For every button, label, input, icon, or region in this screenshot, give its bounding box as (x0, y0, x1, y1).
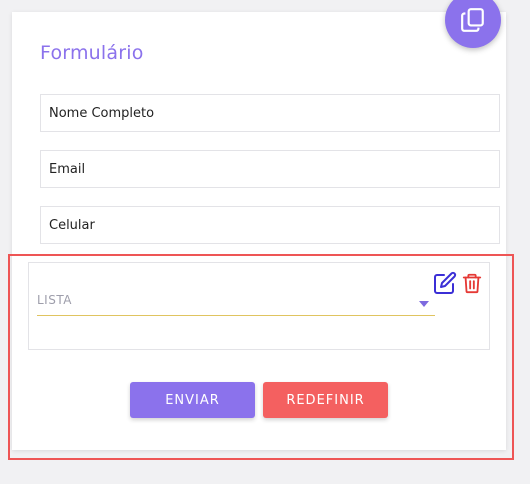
email-field[interactable] (40, 150, 500, 188)
list-label: LISTA (37, 293, 72, 307)
list-select[interactable]: LISTA (37, 293, 435, 316)
trash-icon[interactable] (461, 271, 483, 295)
form-title: Formulário (40, 42, 144, 64)
dropdown-caret-icon (419, 301, 429, 307)
email-input[interactable] (49, 161, 491, 177)
full-name-input[interactable] (49, 105, 491, 121)
edit-icon[interactable] (433, 271, 457, 295)
phone-input[interactable] (49, 217, 491, 233)
form-card: Formulário LISTA ENVIAR REDEFINIR (12, 0, 506, 450)
duplicate-fab-button[interactable] (445, 0, 501, 48)
reset-button[interactable]: REDEFINIR (263, 382, 388, 418)
copy-icon (461, 8, 484, 32)
phone-field[interactable] (40, 206, 500, 244)
full-name-field[interactable] (40, 94, 500, 132)
submit-button[interactable]: ENVIAR (130, 382, 255, 418)
list-field-box: LISTA (28, 262, 490, 350)
